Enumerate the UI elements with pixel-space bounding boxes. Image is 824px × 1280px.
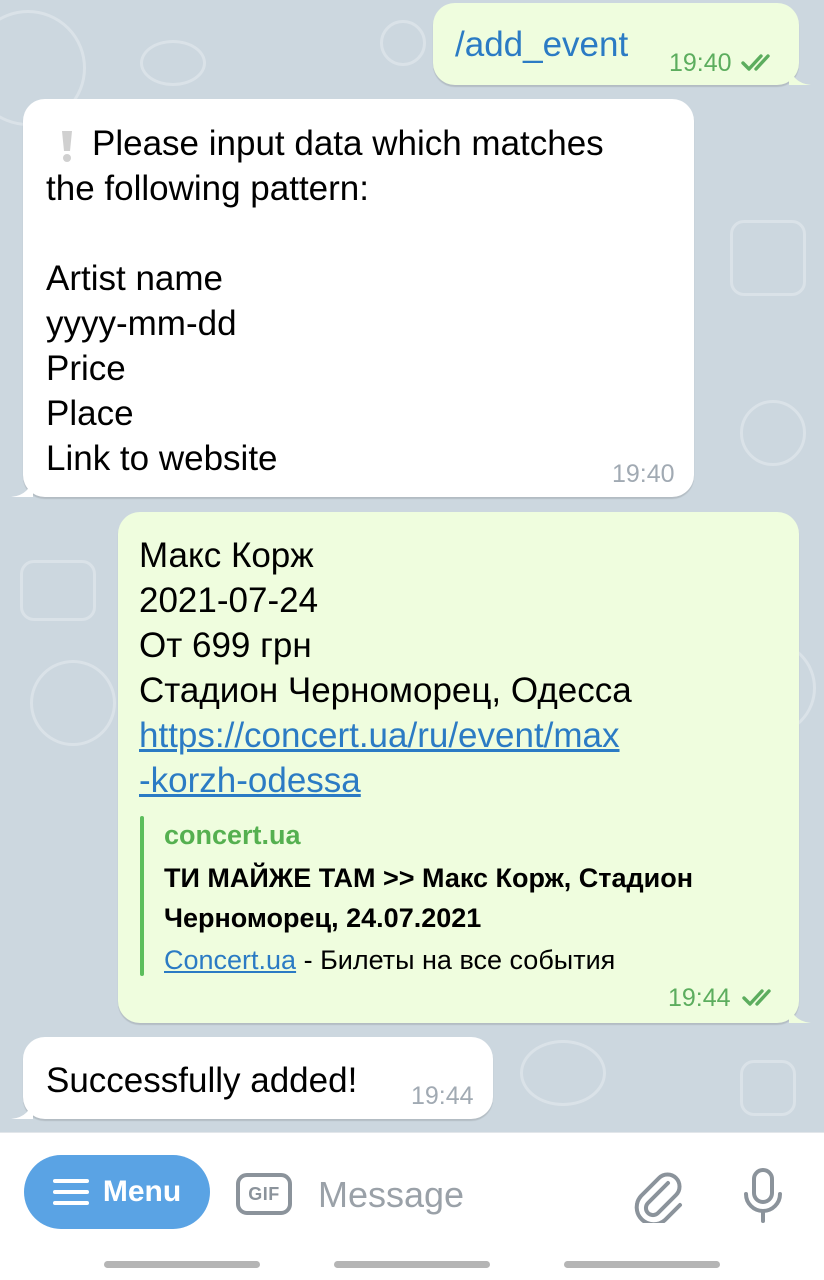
bubble-tail [11, 1097, 33, 1119]
incoming-message[interactable]: Please input data which matches the foll… [11, 99, 694, 497]
message-line: the following pattern: [46, 169, 369, 208]
nav-home-handle[interactable] [334, 1261, 490, 1268]
background-doodle [380, 20, 426, 66]
paperclip-icon[interactable] [632, 1167, 686, 1223]
nav-recents-handle[interactable] [564, 1261, 720, 1268]
outgoing-message[interactable]: Макс Корж 2021-07-24 От 699 грн Стадион … [118, 512, 811, 1023]
link-preview-bar [140, 816, 144, 976]
link-preview-title[interactable]: Черноморец, 24.07.2021 [164, 898, 481, 938]
background-doodle [140, 40, 206, 86]
double-check-icon [741, 54, 770, 71]
message-line: Artist name [46, 259, 223, 298]
double-check-icon [742, 989, 771, 1006]
gif-icon[interactable]: GIF [236, 1173, 292, 1215]
background-doodle [730, 220, 806, 296]
message-input-bar: Menu GIF [0, 1132, 824, 1253]
background-doodle [740, 400, 806, 466]
preview-description-text: - Билеты на все события [296, 945, 616, 975]
preview-description-link[interactable]: Concert.ua [164, 945, 296, 975]
message-text: /add_event [455, 25, 629, 64]
message-time: 19:40 [669, 49, 732, 77]
message-line: yyyy-mm-dd [46, 304, 237, 343]
background-doodle [20, 560, 96, 621]
nav-back-handle[interactable] [104, 1261, 260, 1268]
background-doodle [520, 1040, 606, 1106]
message-text: Successfully added! [46, 1061, 358, 1100]
message-line: Стадион Черноморец, Одесса [139, 671, 632, 710]
message-time: 19:40 [612, 460, 675, 488]
microphone-icon[interactable] [740, 1167, 786, 1225]
chat-area[interactable]: /add_event 19:40 Please input data which… [0, 0, 824, 1132]
message-line: Price [46, 349, 126, 388]
message-line: От 699 грн [139, 626, 312, 665]
bubble-tail [789, 63, 811, 85]
bubble-tail [11, 475, 33, 497]
background-doodle [30, 660, 116, 746]
message-line: Link to website [46, 439, 278, 478]
link-preview-site[interactable]: concert.ua [164, 820, 301, 851]
menu-button-label: Menu [102, 1175, 182, 1208]
message-line: 2021-07-24 [139, 581, 319, 620]
gif-label: GIF [248, 1183, 280, 1204]
incoming-message[interactable]: Successfully added! 19:44 [11, 1037, 493, 1119]
menu-button[interactable]: Menu [24, 1155, 210, 1229]
bubble-tail [789, 1001, 811, 1023]
link-preview-description: Concert.ua - Билеты на все события [164, 940, 615, 980]
message-time: 19:44 [668, 984, 731, 1012]
message-line: Place [46, 394, 134, 433]
system-navigation-bar [0, 1252, 824, 1280]
exclamation-icon [62, 131, 72, 162]
background-doodle [740, 1060, 796, 1116]
hamburger-icon [52, 1179, 89, 1205]
outgoing-message[interactable]: /add_event 19:40 [433, 3, 811, 85]
message-time: 19:44 [411, 1082, 474, 1110]
message-line: Please input data which matches [92, 124, 604, 163]
link-preview-title[interactable]: ТИ МАЙЖЕ ТАМ >> Макс Корж, Стадион [164, 858, 693, 898]
message-input[interactable] [318, 1171, 618, 1219]
event-link[interactable]: -korzh-odessa [139, 758, 361, 803]
event-link[interactable]: https://concert.ua/ru/event/max [139, 713, 620, 758]
message-line: Макс Корж [139, 536, 314, 575]
